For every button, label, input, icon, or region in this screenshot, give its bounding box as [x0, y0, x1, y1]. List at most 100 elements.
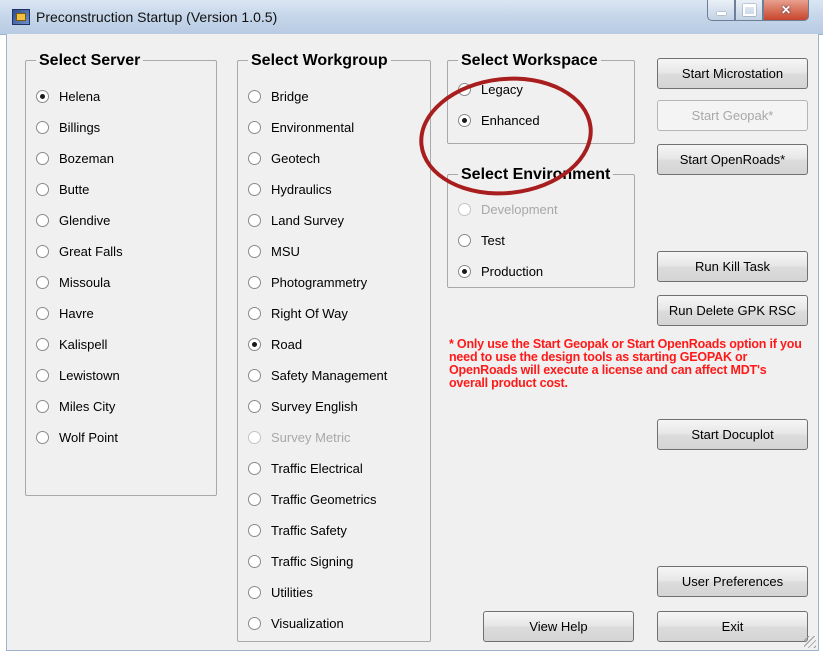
radio-button-icon[interactable]: [36, 244, 49, 258]
radio-button-icon[interactable]: [36, 368, 49, 382]
server-option-0[interactable]: Helena: [36, 87, 100, 105]
user-preferences-button[interactable]: User Preferences: [657, 566, 808, 597]
server-option-9[interactable]: Lewistown: [36, 366, 120, 384]
workgroup-option-17[interactable]: Visualization: [248, 614, 344, 632]
workgroup-option-5[interactable]: MSU: [248, 242, 300, 260]
radio-button-icon[interactable]: [458, 233, 471, 247]
radio-button-icon[interactable]: [458, 82, 471, 96]
workspace-option-1[interactable]: Enhanced: [458, 111, 540, 129]
workgroup-option-16[interactable]: Utilities: [248, 583, 313, 601]
radio-button-icon[interactable]: [36, 182, 49, 196]
workgroup-option-0[interactable]: Bridge: [248, 87, 309, 105]
run-kill-task-button[interactable]: Run Kill Task: [657, 251, 808, 282]
radio-button-icon[interactable]: [248, 306, 261, 320]
start-microstation-button[interactable]: Start Microstation: [657, 58, 808, 89]
environment-group-title: Select Environment: [458, 166, 614, 184]
environment-option-0: Development: [458, 200, 558, 218]
radio-button-icon[interactable]: [248, 151, 261, 165]
view-help-button[interactable]: View Help: [483, 611, 634, 642]
radio-label: Wolf Point: [59, 429, 119, 445]
start-openroads-button[interactable]: Start OpenRoads*: [657, 144, 808, 175]
radio-label: Bridge: [271, 88, 309, 104]
radio-label: Hydraulics: [271, 181, 332, 197]
server-option-3[interactable]: Butte: [36, 180, 89, 198]
title-bar[interactable]: Preconstruction Startup (Version 1.0.5) …: [0, 0, 823, 35]
radio-button-icon[interactable]: [36, 306, 49, 320]
workgroup-option-9[interactable]: Safety Management: [248, 366, 387, 384]
workgroup-option-13[interactable]: Traffic Geometrics: [248, 490, 376, 508]
radio-button-icon[interactable]: [36, 89, 49, 103]
start-geopak-button[interactable]: Start Geopak*: [657, 100, 808, 131]
server-option-11[interactable]: Wolf Point: [36, 428, 118, 446]
radio-button-icon[interactable]: [248, 120, 261, 134]
radio-label: Visualization: [271, 615, 344, 631]
workgroup-option-1[interactable]: Environmental: [248, 118, 354, 136]
maximize-button[interactable]: [735, 0, 763, 21]
environment-option-2[interactable]: Production: [458, 262, 543, 280]
radio-button-icon[interactable]: [248, 585, 261, 599]
radio-button-icon[interactable]: [36, 151, 49, 165]
radio-label: Billings: [59, 119, 101, 135]
radio-button-icon[interactable]: [36, 399, 49, 413]
server-option-1[interactable]: Billings: [36, 118, 100, 136]
radio-button-icon[interactable]: [248, 182, 261, 196]
radio-label: Geotech: [271, 150, 321, 166]
environment-option-1[interactable]: Test: [458, 231, 505, 249]
workgroup-option-8[interactable]: Road: [248, 335, 302, 353]
radio-button-icon[interactable]: [248, 275, 261, 289]
server-option-5[interactable]: Great Falls: [36, 242, 123, 260]
radio-label: Utilities: [271, 584, 313, 600]
radio-button-icon[interactable]: [248, 213, 261, 227]
window-title: Preconstruction Startup (Version 1.0.5): [36, 9, 278, 25]
run-delete-gpk-rsc-button[interactable]: Run Delete GPK RSC: [657, 295, 808, 326]
workgroup-option-4[interactable]: Land Survey: [248, 211, 344, 229]
minimize-button[interactable]: [707, 0, 735, 21]
workgroup-option-3[interactable]: Hydraulics: [248, 180, 332, 198]
radio-button-icon: [458, 202, 471, 216]
workgroup-option-6[interactable]: Photogrammetry: [248, 273, 367, 291]
radio-label: Great Falls: [59, 243, 123, 259]
radio-button-icon[interactable]: [36, 430, 49, 444]
server-option-7[interactable]: Havre: [36, 304, 94, 322]
radio-button-icon[interactable]: [458, 264, 471, 278]
radio-button-icon[interactable]: [248, 523, 261, 537]
exit-button[interactable]: Exit: [657, 611, 808, 642]
server-option-6[interactable]: Missoula: [36, 273, 110, 291]
workgroup-option-10[interactable]: Survey English: [248, 397, 358, 415]
radio-button-icon[interactable]: [36, 120, 49, 134]
radio-button-icon[interactable]: [248, 368, 261, 382]
radio-button-icon[interactable]: [248, 399, 261, 413]
workgroup-option-2[interactable]: Geotech: [248, 149, 320, 167]
start-docuplot-button[interactable]: Start Docuplot: [657, 419, 808, 450]
radio-button-icon[interactable]: [458, 113, 471, 127]
radio-button-icon[interactable]: [36, 275, 49, 289]
radio-button-icon[interactable]: [248, 492, 261, 506]
close-button[interactable]: ✕: [763, 0, 809, 21]
workgroup-option-15[interactable]: Traffic Signing: [248, 552, 353, 570]
radio-button-icon[interactable]: [248, 461, 261, 475]
workspace-option-0[interactable]: Legacy: [458, 80, 523, 98]
radio-label: Bozeman: [59, 150, 114, 166]
radio-button-icon[interactable]: [248, 244, 261, 258]
resize-grip[interactable]: [804, 636, 816, 648]
radio-button-icon[interactable]: [248, 554, 261, 568]
workgroup-option-14[interactable]: Traffic Safety: [248, 521, 347, 539]
radio-label: Environmental: [271, 119, 355, 135]
workgroup-option-12[interactable]: Traffic Electrical: [248, 459, 363, 477]
radio-label: Legacy: [481, 81, 523, 97]
radio-button-icon[interactable]: [248, 89, 261, 103]
server-option-2[interactable]: Bozeman: [36, 149, 114, 167]
radio-button-icon[interactable]: [248, 616, 261, 630]
radio-label: Traffic Safety: [271, 522, 347, 538]
server-option-4[interactable]: Glendive: [36, 211, 110, 229]
radio-button-icon[interactable]: [36, 337, 49, 351]
radio-label: Photogrammetry: [271, 274, 368, 290]
workspace-group: Select Workspace Legacy Enhanced: [447, 52, 635, 144]
workgroup-group: Select Workgroup Bridge Environmental Geot…: [237, 52, 431, 642]
dialog-client-area: Select Server Helena Billings Bozeman Butte…: [6, 34, 819, 651]
server-option-10[interactable]: Miles City: [36, 397, 115, 415]
radio-button-icon[interactable]: [36, 213, 49, 227]
server-option-8[interactable]: Kalispell: [36, 335, 107, 353]
radio-button-icon[interactable]: [248, 337, 261, 351]
workgroup-option-7[interactable]: Right Of Way: [248, 304, 348, 322]
